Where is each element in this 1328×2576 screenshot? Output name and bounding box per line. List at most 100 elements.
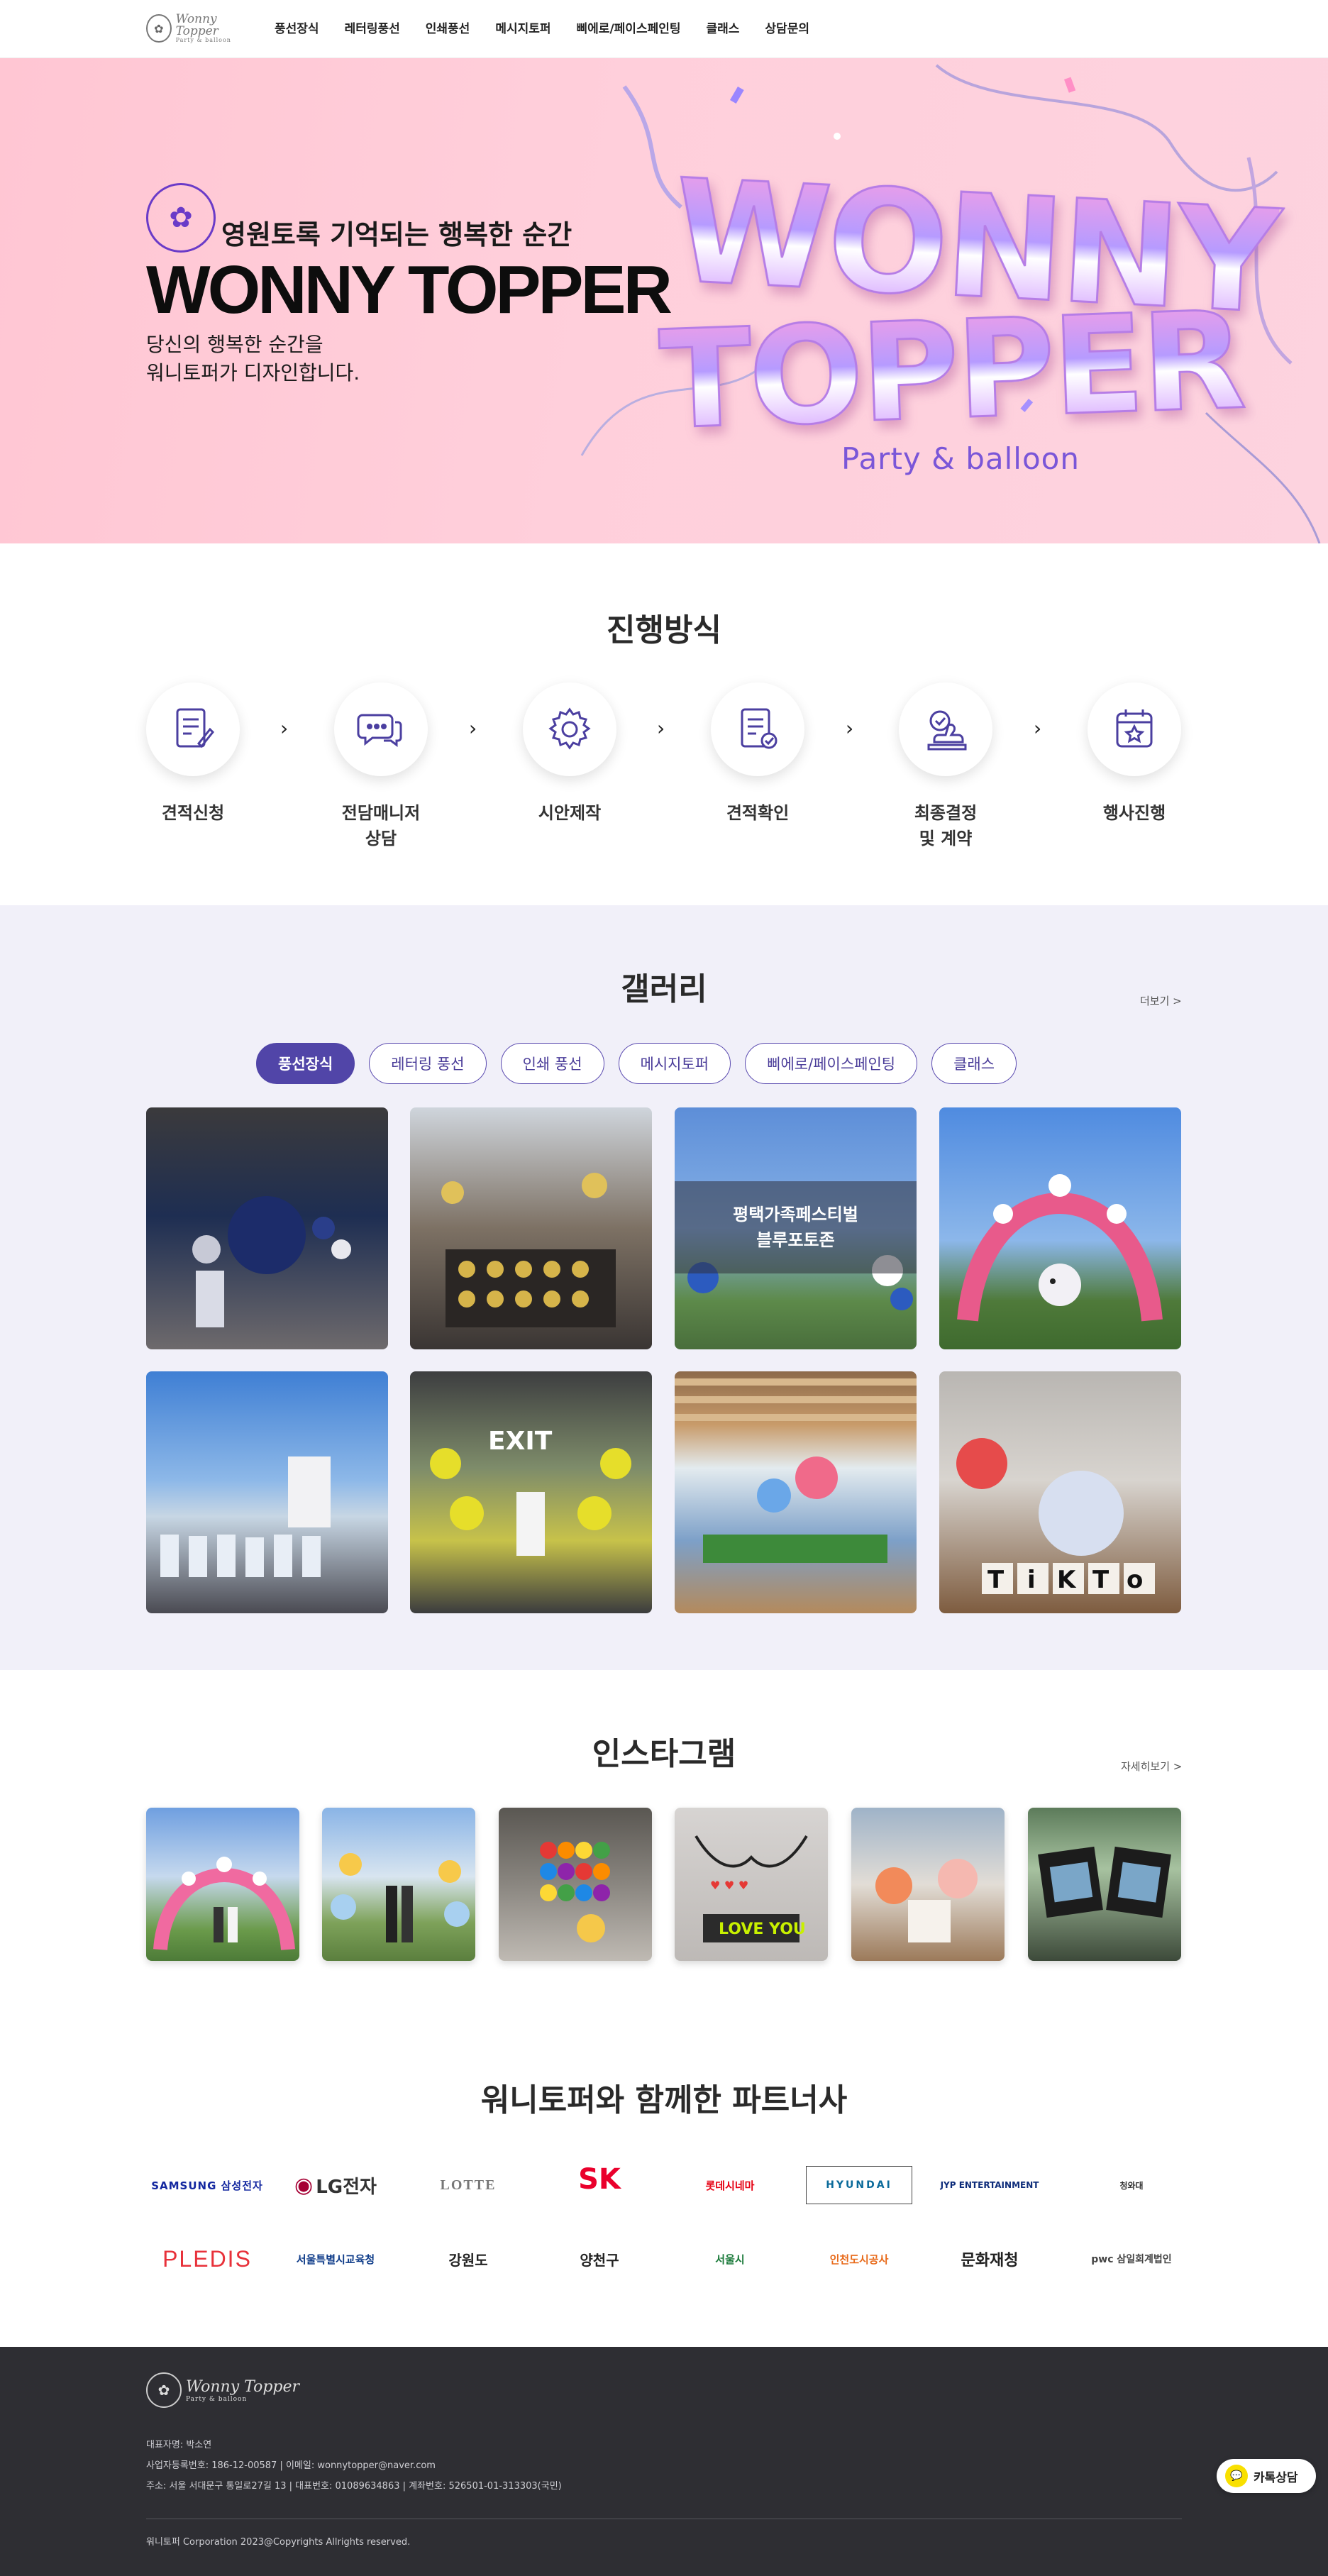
svg-text:o: o [1127,1566,1143,1594]
stamp-icon [899,682,992,776]
instagram-photo[interactable] [1028,1808,1181,1961]
kakao-chat-button[interactable]: 💬 카톡상담 [1217,2459,1316,2493]
document-check-icon [711,682,804,776]
instagram-photo[interactable] [851,1808,1005,1961]
partner-logo-lotte-cinema: 롯데시네마 [705,2179,755,2192]
instagram-photo[interactable] [322,1808,475,1961]
partner-logo-gangwon: 강원도 [448,2251,488,2269]
gallery-photo[interactable]: TiKTo [939,1371,1181,1613]
company-info: 대표자명: 박소연 사업자등록번호: 186-12-00587 | 이메일: w… [146,2435,562,2497]
nav-item-printing[interactable]: 인쇄풍선 [426,0,470,58]
kakao-chat-icon: 💬 [1225,2465,1248,2487]
quote-form-icon [146,682,240,776]
nav-menu: 풍선장식 레터링풍선 인쇄풍선 메시지토퍼 삐에로/페이스페인팅 클래스 상담문… [275,0,835,58]
partner-logo-lotte: LOTTE [440,2177,497,2193]
nav-item-contact[interactable]: 상담문의 [765,0,809,58]
svg-text:♥ ♥ ♥: ♥ ♥ ♥ [710,1879,748,1892]
gallery-photo[interactable]: EXIT [410,1371,652,1613]
tab-clown[interactable]: 삐에로/페이스페인팅 [745,1043,918,1084]
footer-logo[interactable]: ✿ Wonny Topper Party & balloon [146,2372,299,2408]
tulip-icon: ✿ [146,183,216,253]
partner-logo-samsung: SAMSUNG 삼성전자 [151,2179,263,2192]
top-navigation: ✿ Wonny Topper Party & balloon 풍선장식 레터링풍선… [0,0,1328,58]
svg-text:EXIT: EXIT [488,1427,553,1456]
hero-banner: ✿ 영원토록 기억되는 행복한 순간 WONNY TOPPER 당신의 행복한 … [0,58,1328,543]
gear-icon [523,682,616,776]
partner-logo-seoul-city: 서울시 [715,2252,745,2266]
svg-text:i: i [1027,1566,1036,1594]
tulip-logo-icon: ✿ [146,2372,182,2408]
partner-logo-yangcheon: 양천구 [580,2251,619,2269]
partner-logo-sk: SK [578,2163,621,2196]
logo[interactable]: ✿ Wonny Topper Party & balloon [146,13,253,44]
nav-item-clown[interactable]: 삐에로/페이스페인팅 [577,0,681,58]
partner-logo-incheon: 인천도시공사 [829,2252,889,2266]
business-info: 사업자등록번호: 186-12-00587 | 이메일: wonnytopper… [146,2460,436,2471]
process-step-event: 행사진행 [1056,682,1212,826]
partner-logo-hyundai: HYUNDAI [806,2166,912,2204]
chevron-right-icon: › [469,717,477,740]
process-step-label: 행사진행 [1102,803,1166,823]
gallery-photo[interactable] [675,1371,917,1613]
tulip-logo-icon: ✿ [146,14,172,43]
hero-description: 당신의 행복한 순간을 워니토퍼가 디자인합니다. [146,333,360,385]
hero-tagline: Party & balloon [841,441,1080,476]
svg-text:LOVE YOU: LOVE YOU [719,1920,806,1938]
kakao-chat-label: 카톡상담 [1254,2470,1298,2485]
footer: ✿ Wonny Topper Party & balloon 대표자명: 박소연 … [0,2347,1328,2576]
nav-item-lettering[interactable]: 레터링풍선 [345,0,400,58]
logo-sub: Party & balloon [175,37,231,43]
process-step-consult: 전담매니저 상담 [303,682,459,851]
nav-item-class[interactable]: 클래스 [707,0,740,58]
instagram-more-link[interactable]: 자세히보기 > [1121,1759,1182,1774]
process-step-label: 전담매니저 상담 [341,803,421,848]
gallery-photo[interactable] [410,1107,652,1349]
gallery-photo[interactable]: 평택가족페스티벌 블루포토존 [675,1107,917,1349]
tab-class[interactable]: 클래스 [931,1043,1017,1084]
gallery-section: 갤러리 더보기 > 풍선장식 레터링 풍선 인쇄 풍선 메시지토퍼 삐에로/페이… [0,905,1328,1670]
gallery-photo[interactable] [146,1107,388,1349]
partner-logo-lg: ◉ LG전자 [294,2172,377,2198]
process-step-contract: 최종결정 및 계약 [868,682,1024,851]
partner-logo-seoul-edu: 서울특별시교육청 [296,2252,375,2266]
process-step-label: 견적신청 [161,803,225,823]
process-step-label: 최종결정 및 계약 [914,803,978,848]
copyright: 워니토퍼 Corporation 2023@Copyrights Allrigh… [146,2537,411,2548]
partner-logo-jyp: JYP ENTERTAINMENT [940,2180,1039,2190]
lg-face-icon: ◉ [294,2172,314,2198]
process-step-design: 시안제작 [492,682,648,826]
process-step-label: 시안제작 [538,803,602,823]
tab-lettering[interactable]: 레터링 풍선 [369,1043,487,1084]
gallery-more-link[interactable]: 더보기 > [1140,993,1182,1008]
gallery-title: 갤러리 [621,971,707,1007]
tab-printing[interactable]: 인쇄 풍선 [500,1043,604,1084]
process-title: 진행방식 [607,612,721,648]
logo-text: Wonny Topper [175,12,218,38]
instagram-photo[interactable]: LOVE YOU ♥ ♥ ♥ [675,1808,828,1961]
instagram-photo[interactable] [146,1808,299,1961]
balloon-text-topper: TOPPER [656,281,1246,460]
tab-message-topper[interactable]: 메시지토퍼 [618,1043,731,1084]
gallery-photo[interactable] [146,1371,388,1613]
chevron-right-icon: › [280,717,289,740]
nav-item-balloon-decor[interactable]: 풍선장식 [275,0,319,58]
ceo-name: 대표자명: 박소연 [146,2440,212,2450]
svg-text:T: T [1092,1566,1110,1594]
svg-text:K: K [1057,1566,1077,1594]
partner-logo-pledis: PLEDIS [162,2245,252,2272]
footer-logo-sub: Party & balloon [186,2395,248,2403]
instagram-photo[interactable] [499,1808,652,1961]
gallery-tabs: 풍선장식 레터링 풍선 인쇄 풍선 메시지토퍼 삐에로/페이스페인팅 클래스 [256,1043,1017,1084]
nav-item-message-topper[interactable]: 메시지토퍼 [495,0,550,58]
chevron-right-icon: › [846,717,854,740]
gallery-photo[interactable] [939,1107,1181,1349]
partner-logo-cheongwadae: 청와대 [1119,2180,1144,2191]
partner-logo-heritage: 문화재청 [961,2252,1019,2270]
chevron-right-icon: › [657,717,665,740]
address-info: 주소: 서울 서대문구 통일로27길 13 | 대표번호: 0108963486… [146,2481,562,2492]
hero-title: WONNY TOPPER [146,252,673,328]
calendar-star-icon [1088,682,1181,776]
partners-title: 워니토퍼와 함께한 파트너사 [480,2082,848,2118]
gallery-overlay-caption: 평택가족페스티벌 블루포토존 [675,1181,917,1273]
tab-balloon-decor[interactable]: 풍선장식 [256,1043,355,1084]
